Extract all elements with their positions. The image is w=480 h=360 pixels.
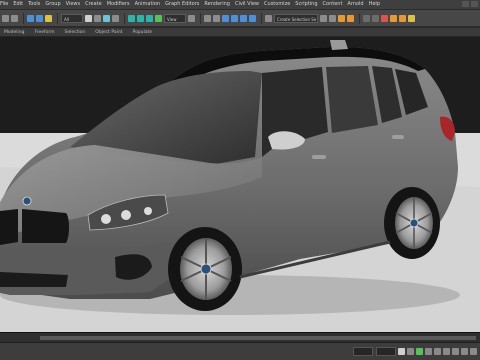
render-production-icon[interactable] bbox=[408, 14, 415, 22]
angle-snap-icon[interactable] bbox=[231, 14, 238, 22]
curve-editor-icon[interactable] bbox=[363, 14, 370, 22]
material-editor-icon[interactable] bbox=[381, 14, 388, 22]
brand-logo-icon bbox=[22, 196, 32, 206]
headlight-ring-3 bbox=[144, 207, 152, 215]
viewport-render bbox=[0, 37, 480, 332]
menu-rendering[interactable]: Rendering bbox=[204, 0, 230, 9]
main-toolbar: All View Create Selection Se bbox=[0, 10, 480, 27]
menu-edit[interactable]: Edit bbox=[13, 0, 23, 9]
kidney-grille-right bbox=[22, 209, 69, 243]
toolbar-separator bbox=[23, 12, 24, 24]
x-coordinate-field[interactable] bbox=[353, 347, 373, 356]
auto-key-icon[interactable] bbox=[398, 348, 405, 355]
edit-named-selection-icon[interactable] bbox=[265, 14, 272, 22]
y-coordinate-field[interactable] bbox=[376, 347, 396, 356]
tab-freeform[interactable]: Freeform bbox=[34, 30, 54, 35]
door-handle-rear bbox=[392, 135, 404, 139]
menu-file[interactable]: File bbox=[0, 0, 8, 9]
menu-customize[interactable]: Customize bbox=[264, 0, 290, 9]
rear-hub-logo-icon bbox=[409, 218, 419, 228]
link-icon[interactable] bbox=[27, 14, 34, 22]
menu-graph-editors[interactable]: Graph Editors bbox=[165, 0, 199, 9]
reference-coordinate-dropdown[interactable]: View bbox=[164, 13, 186, 23]
menu-create[interactable]: Create bbox=[85, 0, 102, 9]
toolbar-separator bbox=[359, 12, 360, 24]
headlight-ring-2 bbox=[121, 210, 131, 220]
select-object-icon[interactable] bbox=[85, 14, 92, 22]
menu-arnold[interactable]: Arnold bbox=[347, 0, 363, 9]
minimize-button[interactable] bbox=[462, 1, 469, 7]
snaps-toggle-icon[interactable] bbox=[222, 14, 229, 22]
toggle-ribbon-icon[interactable] bbox=[347, 14, 354, 22]
headlight-ring-1 bbox=[101, 214, 111, 224]
menu-scripting[interactable]: Scripting bbox=[295, 0, 317, 9]
menu-content[interactable]: Content bbox=[323, 0, 343, 9]
move-icon[interactable] bbox=[128, 14, 135, 22]
menu-bar: File Edit Tools Group Views Create Modif… bbox=[0, 0, 480, 10]
menu-tools[interactable]: Tools bbox=[28, 0, 40, 9]
rotate-icon[interactable] bbox=[137, 14, 144, 22]
menu-views[interactable]: Views bbox=[66, 0, 80, 9]
keyboard-shortcut-icon[interactable] bbox=[213, 14, 220, 22]
selection-filter-dropdown[interactable]: All bbox=[61, 13, 83, 23]
render-setup-icon[interactable] bbox=[390, 14, 397, 22]
play-icon[interactable] bbox=[425, 348, 432, 355]
pivot-center-icon[interactable] bbox=[188, 14, 195, 22]
menu-animation[interactable]: Animation bbox=[135, 0, 161, 9]
status-bar bbox=[0, 342, 480, 360]
toolbar-separator bbox=[124, 12, 125, 24]
door-handle-front bbox=[312, 155, 326, 159]
layer-explorer-icon[interactable] bbox=[338, 14, 345, 22]
unlink-icon[interactable] bbox=[36, 14, 43, 22]
menu-civil-view[interactable]: Civil View bbox=[235, 0, 259, 9]
select-by-name-icon[interactable] bbox=[94, 14, 101, 22]
key-filters-icon[interactable] bbox=[416, 348, 423, 355]
maximize-button[interactable] bbox=[471, 1, 478, 7]
percent-snap-icon[interactable] bbox=[240, 14, 247, 22]
undo-icon[interactable] bbox=[2, 14, 9, 22]
select-manipulate-icon[interactable] bbox=[204, 14, 211, 22]
menu-help[interactable]: Help bbox=[369, 0, 380, 9]
ribbon-bar: Modeling Freeform Selection Object Paint… bbox=[0, 28, 480, 37]
perspective-viewport[interactable] bbox=[0, 37, 480, 332]
zoom-icon[interactable] bbox=[443, 348, 450, 355]
mirror-icon[interactable] bbox=[320, 14, 327, 22]
orbit-icon[interactable] bbox=[452, 348, 459, 355]
menu-group[interactable]: Group bbox=[45, 0, 60, 9]
tab-object-paint[interactable]: Object Paint bbox=[95, 30, 122, 35]
align-icon[interactable] bbox=[329, 14, 336, 22]
rectangular-selection-icon[interactable] bbox=[103, 14, 110, 22]
menu-modifiers[interactable]: Modifiers bbox=[107, 0, 130, 9]
kidney-grille-left bbox=[0, 209, 18, 245]
window-controls bbox=[462, 1, 478, 7]
named-selection-dropdown[interactable]: Create Selection Se bbox=[274, 13, 318, 23]
scale-icon[interactable] bbox=[146, 14, 153, 22]
tab-selection[interactable]: Selection bbox=[65, 30, 86, 35]
redo-icon[interactable] bbox=[11, 14, 18, 22]
time-slider-track[interactable] bbox=[40, 336, 476, 340]
rendered-frame-window-icon[interactable] bbox=[399, 14, 406, 22]
schematic-view-icon[interactable] bbox=[372, 14, 379, 22]
3d-editor-window: File Edit Tools Group Views Create Modif… bbox=[0, 0, 480, 360]
toolbar-separator bbox=[200, 12, 201, 24]
maximize-viewport-icon[interactable] bbox=[470, 348, 477, 355]
next-frame-icon[interactable] bbox=[434, 348, 441, 355]
placement-icon[interactable] bbox=[155, 14, 162, 22]
window-crossing-icon[interactable] bbox=[112, 14, 119, 22]
toolbar-separator bbox=[57, 12, 58, 24]
roof-antenna bbox=[330, 40, 348, 50]
pan-icon[interactable] bbox=[461, 348, 468, 355]
tab-modeling[interactable]: Modeling bbox=[4, 30, 24, 35]
toolbar-separator bbox=[261, 12, 262, 24]
set-key-icon[interactable] bbox=[407, 348, 414, 355]
bind-space-warp-icon[interactable] bbox=[45, 14, 52, 22]
spinner-snap-icon[interactable] bbox=[249, 14, 256, 22]
tab-populate[interactable]: Populate bbox=[133, 30, 153, 35]
front-hub-logo-icon bbox=[200, 263, 212, 275]
